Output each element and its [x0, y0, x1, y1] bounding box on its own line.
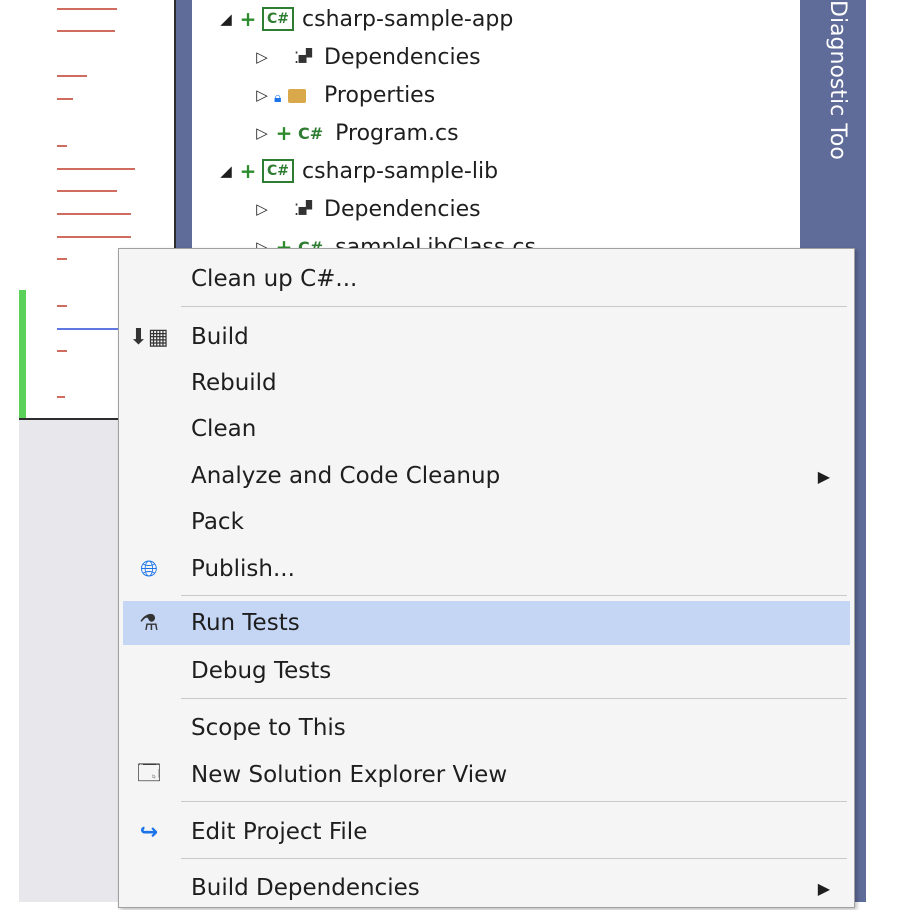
menu-item-label: Rebuild: [191, 370, 277, 396]
csharp-file-icon: C#: [298, 123, 324, 143]
tree-item-properties[interactable]: ▷ 🔒︎ Properties: [250, 76, 435, 114]
menu-separator: [181, 858, 847, 859]
added-plus-icon: +: [275, 121, 293, 145]
minimap-line: [57, 305, 67, 307]
context-menu: Clean up C#... ⬇▦ Build Rebuild Clean An…: [118, 248, 855, 908]
menu-item-edit-project-file[interactable]: ↪ Edit Project File: [123, 810, 850, 854]
menu-item-debug-tests[interactable]: Debug Tests: [123, 649, 850, 693]
menu-item-label: Debug Tests: [191, 658, 332, 684]
menu-item-publish[interactable]: 🌐︎ Publish...: [123, 547, 850, 591]
minimap-line: [57, 30, 115, 32]
menu-separator: [181, 698, 847, 699]
tree-item-file[interactable]: ▷ + C# Program.cs: [250, 114, 459, 152]
menu-item-label: Scope to This: [191, 715, 346, 741]
minimap-line: [57, 213, 131, 215]
menu-item-label: Clean up C#...: [191, 266, 358, 292]
menu-item-run-tests[interactable]: ⚗ Run Tests: [123, 601, 850, 645]
tree-item-label: csharp-sample-lib: [302, 158, 499, 184]
build-icon: ⬇▦: [129, 324, 169, 350]
menu-item-label: Edit Project File: [191, 819, 368, 845]
minimap-line: [57, 98, 73, 100]
tree-item-label: Program.cs: [335, 120, 459, 146]
menu-item-pack[interactable]: Pack: [123, 500, 850, 544]
tree-item-file[interactable]: ▷ + C# sampleLibClass.cs: [250, 228, 536, 251]
tree-item-label: csharp-sample-app: [302, 6, 514, 32]
csharp-project-icon: C#: [262, 159, 295, 183]
menu-separator: [181, 306, 847, 307]
new-window-icon: 🗔︎: [137, 761, 161, 786]
menu-item-clean[interactable]: Clean: [123, 407, 850, 451]
tree-item-project[interactable]: ◢ + C# csharp-sample-app: [214, 0, 513, 38]
diagnostic-tools-label: Diagnostic Tools: [825, 0, 850, 160]
menu-item-clean-up-csharp[interactable]: Clean up C#...: [123, 257, 850, 301]
submenu-arrow-icon: ▶: [817, 466, 830, 486]
minimap-line: [57, 8, 117, 10]
tree-item-dependencies[interactable]: ▷ ⁚▪▘ Dependencies: [250, 38, 481, 76]
minimap-line: [57, 328, 123, 330]
globe-icon: 🌐︎: [140, 556, 158, 582]
minimap-line: [57, 258, 67, 260]
menu-item-scope-to-this[interactable]: Scope to This: [123, 706, 850, 750]
added-plus-icon: +: [239, 7, 257, 31]
expanded-arrow-icon[interactable]: ◢: [214, 162, 238, 180]
tree-item-label: Properties: [324, 82, 436, 108]
menu-item-label: Analyze and Code Cleanup: [191, 463, 501, 489]
minimap-line: [57, 190, 117, 192]
flask-icon: ⚗: [139, 610, 159, 636]
minimap-line: [57, 236, 131, 238]
menu-item-label: Build: [191, 324, 249, 350]
menu-separator: [181, 801, 847, 802]
menu-item-label: Clean: [191, 416, 257, 442]
collapsed-arrow-icon[interactable]: ▷: [250, 200, 274, 218]
solution-explorer-tree[interactable]: ◢ + C# csharp-sample-app ▷ ⁚▪▘ Dependenc…: [192, 0, 800, 250]
menu-item-analyze-and-code-cleanup[interactable]: Analyze and Code Cleanup ▶: [123, 454, 850, 498]
left-gutter: [0, 0, 19, 902]
menu-item-rebuild[interactable]: Rebuild: [123, 361, 850, 405]
properties-folder-icon: 🔒︎: [274, 83, 324, 108]
menu-item-new-solution-explorer-view[interactable]: 🗔︎ New Solution Explorer View: [123, 753, 850, 797]
minimap-line: [57, 145, 67, 147]
editor-background: [19, 420, 119, 902]
explorer-border: [176, 0, 192, 250]
change-indicator-bar: [19, 290, 26, 418]
added-plus-icon: +: [239, 159, 257, 183]
menu-item-build[interactable]: ⬇▦ Build: [123, 315, 850, 359]
menu-item-label: New Solution Explorer View: [191, 762, 508, 788]
csharp-project-icon: C#: [262, 7, 295, 31]
tree-item-label: Dependencies: [324, 196, 481, 222]
tree-item-label: Dependencies: [324, 44, 481, 70]
tree-item-project[interactable]: ◢ + C# csharp-sample-lib: [214, 152, 498, 190]
dependencies-icon: ⁚▪▘: [294, 47, 318, 67]
menu-item-label: Build Dependencies: [191, 875, 420, 901]
minimap-line: [57, 168, 135, 170]
menu-item-label: Pack: [191, 509, 244, 535]
submenu-arrow-icon: ▶: [817, 878, 830, 898]
menu-item-label: Run Tests: [191, 610, 300, 636]
collapsed-arrow-icon[interactable]: ▷: [250, 124, 274, 142]
collapsed-arrow-icon[interactable]: ▷: [250, 48, 274, 66]
tree-item-dependencies[interactable]: ▷ ⁚▪▘ Dependencies: [250, 190, 481, 228]
menu-item-build-dependencies[interactable]: Build Dependencies ▶: [123, 866, 850, 910]
expanded-arrow-icon[interactable]: ◢: [214, 10, 238, 28]
minimap-line: [57, 75, 87, 77]
minimap-line: [57, 396, 65, 398]
minimap-line: [57, 350, 67, 352]
edit-arrow-icon: ↪: [139, 819, 159, 845]
collapsed-arrow-icon[interactable]: ▷: [250, 86, 274, 104]
dependencies-icon: ⁚▪▘: [294, 199, 318, 219]
menu-item-label: Publish...: [191, 556, 295, 582]
menu-separator: [181, 595, 847, 596]
